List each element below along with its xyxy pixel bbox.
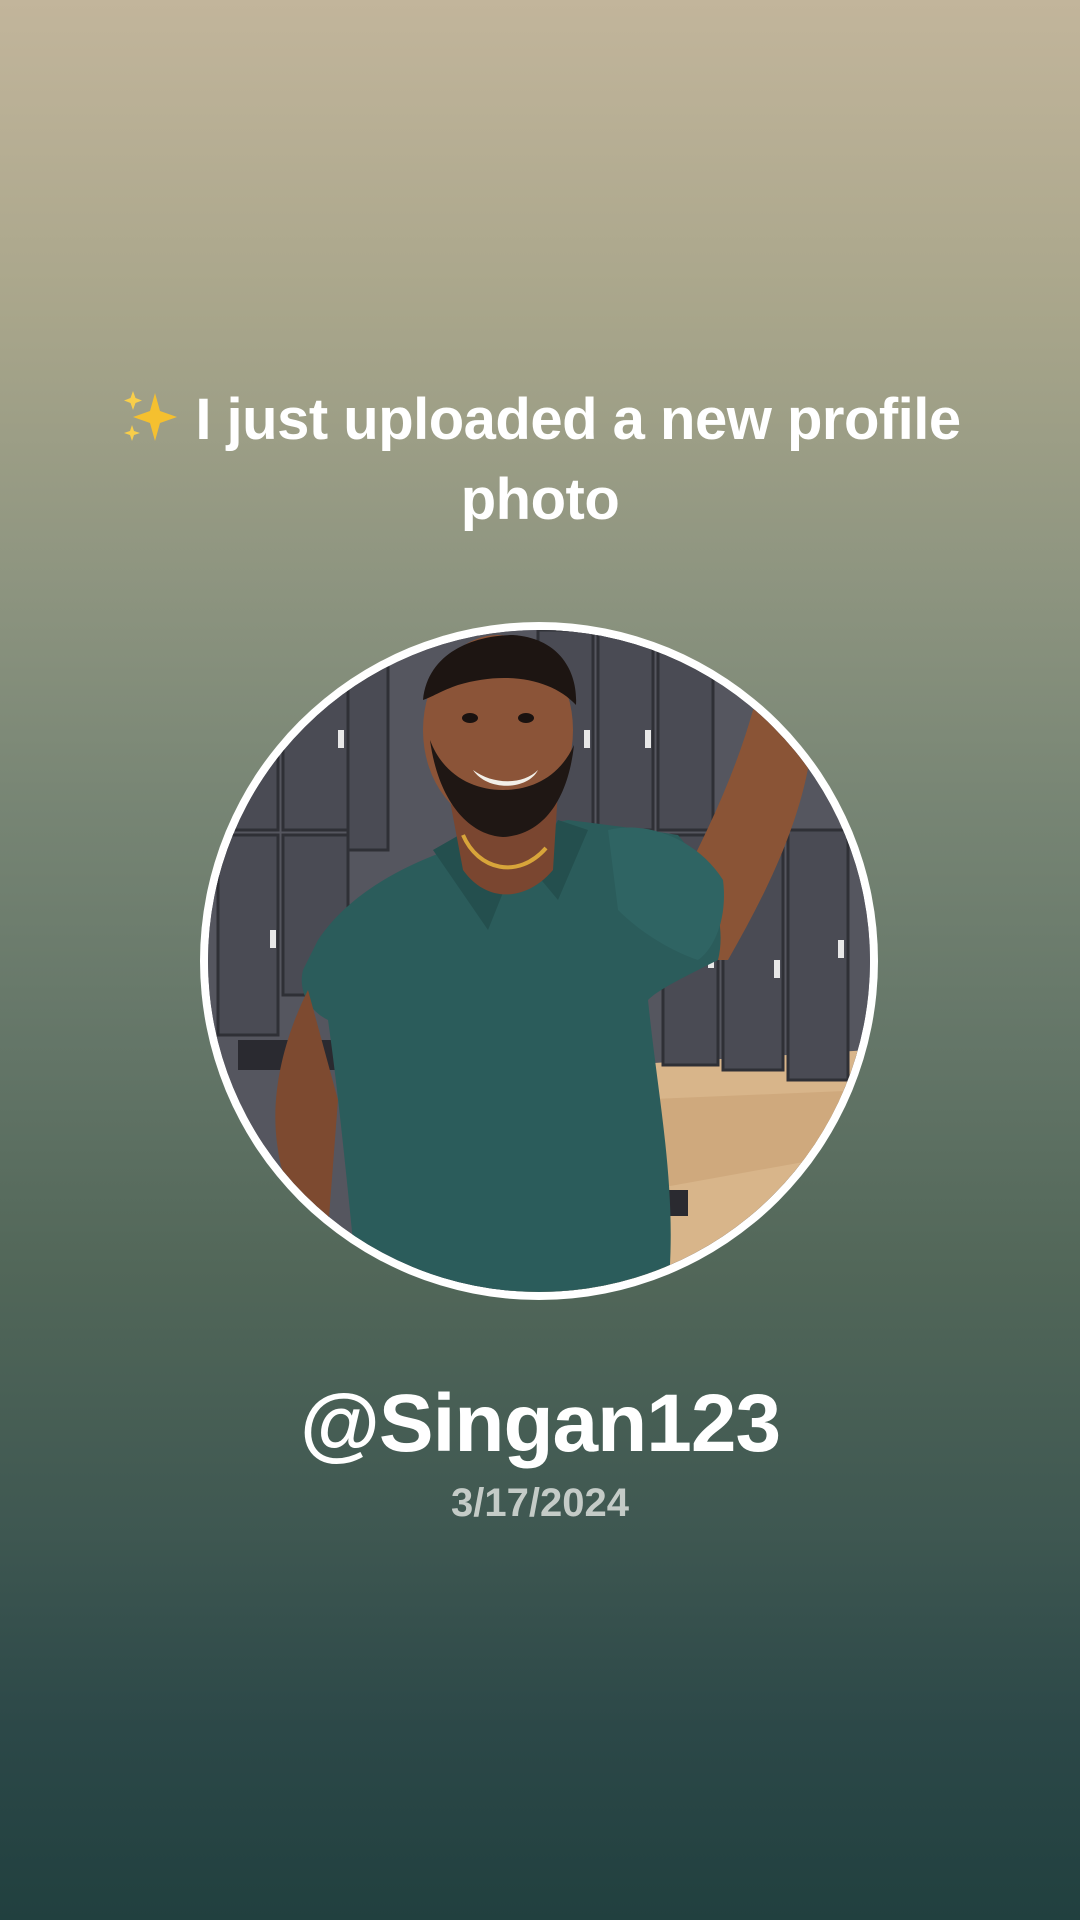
headline: I just uploaded a new profile photo xyxy=(195,387,961,532)
profile-photo-frame[interactable] xyxy=(200,622,878,1300)
sparkles-icon xyxy=(119,387,181,447)
announcement-text: I just uploaded a new profile photo xyxy=(90,380,990,540)
profile-photo[interactable] xyxy=(208,630,870,1292)
username[interactable]: @Singan123 xyxy=(0,1376,1080,1472)
post-date: 3/17/2024 xyxy=(451,1481,629,1525)
